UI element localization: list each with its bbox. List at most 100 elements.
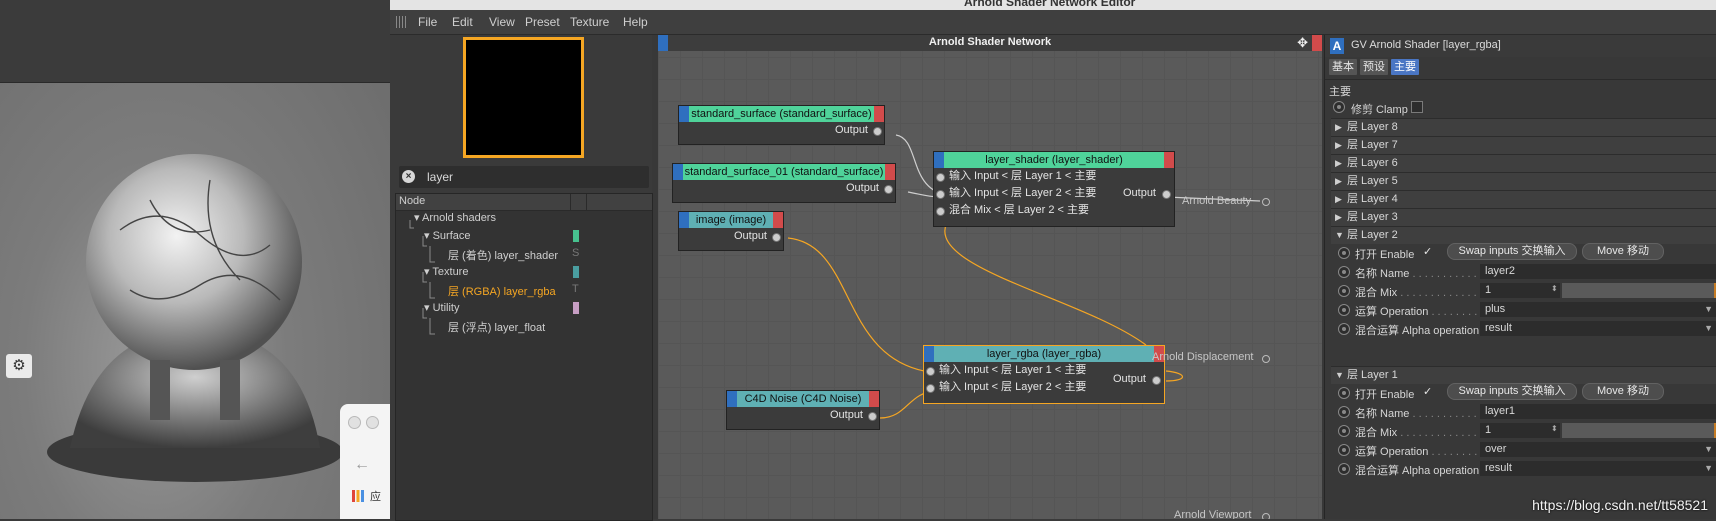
wire-lr-to-ls-mix[interactable] [944,214,1147,346]
menu-grip-icon[interactable] [396,16,408,28]
search-input[interactable]: layer [427,170,453,184]
node-header[interactable]: layer_shader (layer_shader) [934,152,1174,168]
tree-item-utility[interactable]: ▾ Utility [424,301,459,314]
mix-value-field[interactable]: 1 [1480,423,1560,438]
keyframe-radio[interactable] [1338,304,1350,316]
apps-label[interactable]: 应 [370,488,381,504]
arnold-beauty-port[interactable] [1262,198,1270,206]
mix-value-field[interactable]: 1 [1480,283,1560,298]
node-header[interactable]: standard_surface (standard_surface) [679,106,884,122]
window-close-dot[interactable] [348,416,361,429]
gear-icon[interactable]: ⚙ [6,354,32,378]
tab-preset[interactable]: 预设 [1360,59,1388,75]
mix-slider[interactable] [1562,423,1716,438]
tab-basic[interactable]: 基本 [1329,59,1357,75]
menu-file[interactable]: File [418,15,437,29]
node-header[interactable]: standard_surface_01 (standard_surface) [673,164,895,180]
output-port[interactable] [1162,190,1171,199]
enable-checkbox[interactable]: ✓ [1423,245,1432,258]
tab-main[interactable]: 主要 [1391,59,1419,75]
swap-inputs-button[interactable]: Swap inputs 交换输入 [1447,383,1577,400]
tree-item-layer-shader[interactable]: 层 (着色) layer_shader [448,247,558,263]
tree-item-texture[interactable]: ▾ Texture [424,265,468,278]
back-arrow-icon[interactable]: ← [354,456,370,474]
operation-dropdown[interactable]: plus ▼ [1480,302,1716,317]
layer-2-header[interactable]: ▼ 层 Layer 2 [1331,226,1716,244]
name-field[interactable]: layer2 [1480,264,1716,279]
keyframe-radio[interactable] [1333,101,1345,113]
keyframe-radio[interactable] [1338,247,1350,259]
input-port[interactable] [936,173,945,182]
operation-dropdown[interactable]: over ▼ [1480,442,1716,457]
keyframe-radio[interactable] [1338,285,1350,297]
node-header[interactable]: C4D Noise (C4D Noise) [727,391,879,407]
keyframe-radio[interactable] [1338,406,1350,418]
node-input-row[interactable]: 输入 Input < 层 Layer 1 < 主要 [934,168,1174,185]
menu-help[interactable]: Help [623,15,648,29]
node-output-row[interactable]: Output [673,180,895,197]
stepper-icon[interactable]: ⬍ [1551,284,1558,293]
wire-lr-out[interactable] [1165,370,1184,382]
node-header[interactable]: image (image) [679,212,783,228]
tree-item-layer-rgba[interactable]: 层 (RGBA) layer_rgba [448,283,556,299]
output-port[interactable] [868,412,877,421]
move-button[interactable]: Move 移动 [1582,383,1664,400]
node-image[interactable]: image (image) Output [678,211,784,251]
node-layer-rgba[interactable]: layer_rgba (layer_rgba) 输入 Input < 层 Lay… [923,345,1165,404]
layer-4-header[interactable]: ▶ 层 Layer 4 [1331,190,1716,208]
clear-search-icon[interactable]: × [402,170,415,183]
window-minimize-dot[interactable] [366,416,379,429]
output-port[interactable] [772,233,781,242]
node-output-row[interactable]: Output [679,228,783,245]
arnold-viewport-port[interactable] [1262,513,1270,519]
arnold-displacement-port[interactable] [1262,355,1270,363]
node-input-row[interactable]: 输入 Input < 层 Layer 2 < 主要 Output [934,185,1174,202]
search-field[interactable]: × layer [399,166,649,188]
enable-checkbox[interactable]: ✓ [1423,385,1432,398]
node-c4d-noise[interactable]: C4D Noise (C4D Noise) Output [726,390,880,430]
alpha-operation-dropdown[interactable]: result ▼ [1480,321,1716,336]
layer-1-header[interactable]: ▼ 层 Layer 1 [1331,366,1716,384]
apps-grid-icon[interactable] [352,490,364,502]
menu-view[interactable]: View [489,15,515,29]
node-standard-surface[interactable]: standard_surface (standard_surface) Outp… [678,105,885,145]
input-port[interactable] [936,207,945,216]
menu-texture[interactable]: Texture [570,15,609,29]
keyframe-radio[interactable] [1338,444,1350,456]
wire-img-to-lr[interactable] [787,237,939,374]
swap-inputs-button[interactable]: Swap inputs 交换输入 [1447,243,1577,260]
node-graph[interactable]: Arnold Shader Network ✥ standard_surface… [658,35,1322,519]
move-button[interactable]: Move 移动 [1582,243,1664,260]
layer-6-header[interactable]: ▶ 层 Layer 6 [1331,154,1716,172]
input-port[interactable] [936,190,945,199]
keyframe-radio[interactable] [1338,425,1350,437]
keyframe-radio[interactable] [1338,266,1350,278]
keyframe-radio[interactable] [1338,323,1350,335]
name-field[interactable]: layer1 [1480,404,1716,419]
layer-5-header[interactable]: ▶ 层 Layer 5 [1331,172,1716,190]
node-output-row[interactable]: Output [679,122,884,139]
menu-edit[interactable]: Edit [452,15,473,29]
output-port[interactable] [884,185,893,194]
mix-slider[interactable] [1562,283,1716,298]
node-layer-shader[interactable]: layer_shader (layer_shader) 输入 Input < 层… [933,151,1175,227]
keyframe-radio[interactable] [1338,387,1350,399]
layer-8-header[interactable]: ▶ 层 Layer 8 [1331,118,1716,136]
tree-item-arnold-shaders[interactable]: ▾ Arnold shaders [414,211,496,224]
tree-item-layer-float[interactable]: 层 (浮点) layer_float [448,319,545,335]
node-header[interactable]: layer_rgba (layer_rgba) [924,346,1164,362]
input-port[interactable] [926,384,935,393]
alpha-operation-dropdown[interactable]: result ▼ [1480,461,1716,476]
node-input-row[interactable]: 混合 Mix < 层 Layer 2 < 主要 [934,202,1174,219]
render-viewport[interactable]: ⚙ ← 应 [0,0,390,519]
output-port[interactable] [873,127,882,136]
input-port[interactable] [926,367,935,376]
tree-header-node[interactable]: Node [399,195,425,207]
stepper-icon[interactable]: ⬍ [1551,424,1558,433]
keyframe-radio[interactable] [1338,463,1350,475]
layer-3-header[interactable]: ▶ 层 Layer 3 [1331,208,1716,226]
output-port[interactable] [1152,376,1161,385]
node-input-row[interactable]: 输入 Input < 层 Layer 2 < 主要 Output [924,373,1164,396]
node-standard-surface-01[interactable]: standard_surface_01 (standard_surface) O… [672,163,896,203]
tree-item-surface[interactable]: ▾ Surface [424,229,471,242]
